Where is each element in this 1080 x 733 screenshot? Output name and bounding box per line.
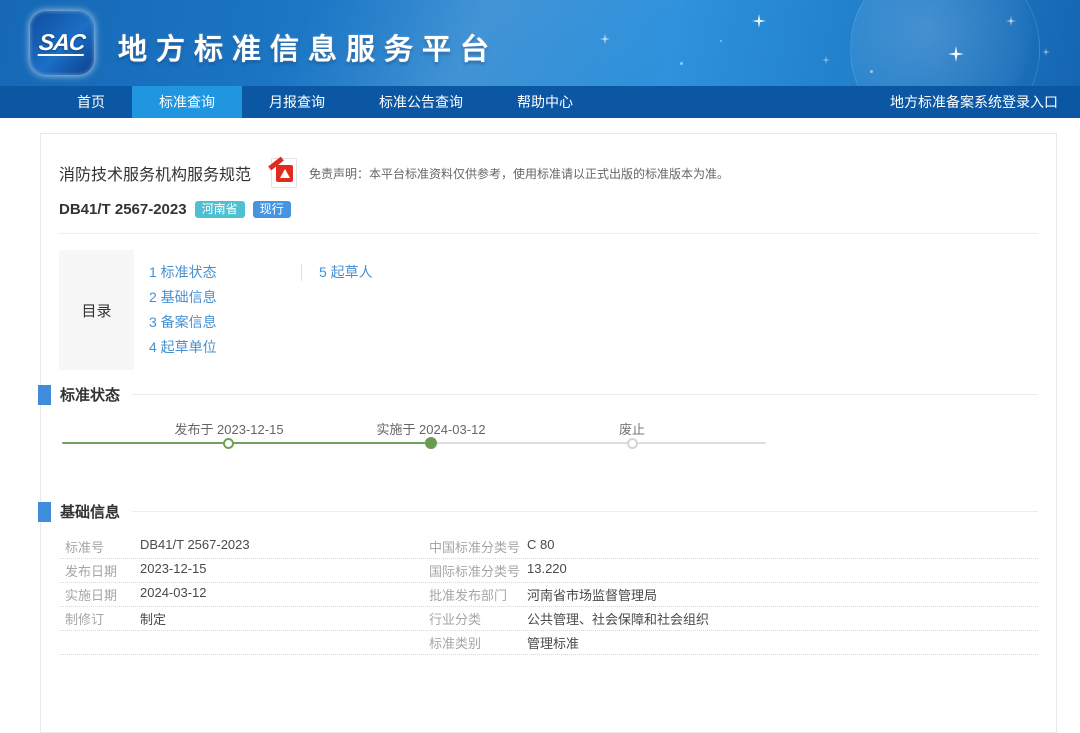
filing-system-login-link[interactable]: 地方标准备案系统登录入口: [890, 86, 1058, 118]
info-label: 发布日期: [59, 561, 140, 580]
globe-decoration: [850, 0, 1040, 86]
standard-title: 消防技术服务机构服务规范: [59, 161, 251, 185]
info-row: 标准类别 管理标准: [59, 631, 1038, 655]
nav-item-monthly-report[interactable]: 月报查询: [242, 86, 352, 118]
dot-decoration: [720, 40, 722, 42]
info-label: 国际标准分类号: [429, 561, 527, 580]
timeline-line-future: [431, 442, 766, 444]
section-marker: [38, 502, 51, 522]
timeline-abolished-label: 废止: [619, 419, 645, 438]
status-section-heading: 标准状态: [60, 384, 120, 405]
section-rule-line: [132, 394, 1038, 395]
info-value: 公共管理、社会保障和社会组织: [527, 609, 709, 628]
info-section-heading: 基础信息: [60, 501, 120, 522]
info-label: 标准类别: [429, 633, 527, 652]
standard-detail-card: 消防技术服务机构服务规范 免责声明：本平台标准资料仅供参考，使用标准请以正式出版…: [40, 133, 1057, 733]
toc-label: 目录: [59, 250, 134, 370]
pdf-logo-square: [276, 165, 293, 182]
toc-link-filing-info[interactable]: 3 备案信息: [149, 310, 301, 335]
toc-link-standard-status[interactable]: 1 标准状态: [149, 260, 301, 285]
timeline-published-label: 发布于 2023-12-15: [174, 419, 283, 438]
info-label: 实施日期: [59, 585, 140, 604]
info-label: 标准号: [59, 537, 140, 556]
timeline-published-dot: [223, 438, 234, 449]
info-value: C 80: [527, 537, 554, 556]
nav-item-announcement-search[interactable]: 标准公告查询: [352, 86, 490, 118]
info-value: 2023-12-15: [140, 561, 207, 580]
info-value: 管理标准: [527, 633, 579, 652]
timeline-line-active: [62, 442, 431, 444]
standard-code: DB41/T 2567-2023: [59, 201, 187, 218]
sac-logo-text: SAC: [38, 30, 86, 56]
platform-title: 地方标准信息服务平台: [118, 26, 498, 68]
nav-item-home[interactable]: 首页: [50, 86, 132, 118]
main-navbar: 首页 标准查询 月报查询 标准公告查询 帮助中心 地方标准备案系统登录入口: [0, 86, 1080, 118]
info-label: 中国标准分类号: [429, 537, 527, 556]
nav-item-standard-search[interactable]: 标准查询: [132, 86, 242, 118]
toc-link-basic-info[interactable]: 2 基础信息: [149, 285, 301, 310]
info-value: 13.220: [527, 561, 567, 580]
basic-info-grid: 标准号 DB41/T 2567-2023 中国标准分类号 C 80 发布日期 2…: [59, 535, 1038, 655]
sparkle-icon: [752, 14, 766, 28]
info-row: 制修订 制定 行业分类 公共管理、社会保障和社会组织: [59, 607, 1038, 631]
province-badge: 河南省: [195, 201, 245, 218]
status-timeline: 发布于 2023-12-15 实施于 2024-03-12 废止: [59, 405, 1038, 471]
info-row: 实施日期 2024-03-12 批准发布部门 河南省市场监督管理局: [59, 583, 1038, 607]
status-badge: 现行: [253, 201, 291, 218]
dot-decoration: [680, 62, 683, 65]
info-value: 2024-03-12: [140, 585, 207, 604]
info-label: 制修订: [59, 609, 140, 628]
dot-decoration: [870, 70, 873, 73]
sac-logo[interactable]: SAC: [30, 11, 94, 75]
toc-link-drafting-org[interactable]: 4 起草单位: [149, 335, 301, 360]
nav-item-help-center[interactable]: 帮助中心: [490, 86, 600, 118]
divider: [59, 233, 1038, 234]
section-rule-line: [132, 511, 1038, 512]
info-label: 批准发布部门: [429, 585, 527, 604]
timeline-implemented-label: 实施于 2024-03-12: [376, 419, 485, 438]
info-value: 河南省市场监督管理局: [527, 585, 657, 604]
sparkle-icon: [600, 34, 610, 44]
info-value: DB41/T 2567-2023: [140, 537, 250, 556]
table-of-contents: 目录 1 标准状态 2 基础信息 3 备案信息 4 起草单位 5 起草人: [59, 250, 1038, 370]
timeline-abolished-dot: [627, 438, 638, 449]
info-row: 发布日期 2023-12-15 国际标准分类号 13.220: [59, 559, 1038, 583]
disclaimer-text: 免责声明：本平台标准资料仅供参考，使用标准请以正式出版的标准版本为准。: [309, 165, 729, 182]
info-label: 行业分类: [429, 609, 527, 628]
info-value: 制定: [140, 609, 166, 628]
toc-link-drafters[interactable]: 5 起草人: [319, 260, 373, 285]
sparkle-icon: [822, 56, 830, 64]
timeline-implemented-dot: [425, 437, 437, 449]
section-marker: [38, 385, 51, 405]
sparkle-icon: [1042, 48, 1050, 56]
header-banner: SAC 地方标准信息服务平台: [0, 0, 1080, 86]
pdf-file-icon[interactable]: [271, 158, 297, 188]
info-row: 标准号 DB41/T 2567-2023 中国标准分类号 C 80: [59, 535, 1038, 559]
